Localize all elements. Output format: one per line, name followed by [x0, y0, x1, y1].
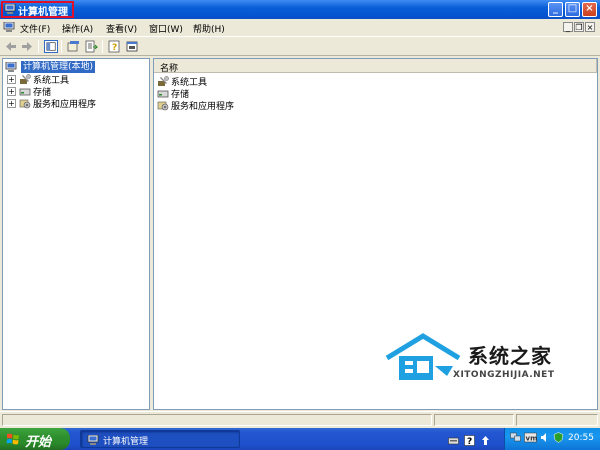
house-logo-icon: [385, 333, 461, 380]
close-button[interactable]: ×: [582, 2, 597, 17]
toolbar-separator: [38, 40, 39, 53]
clock: 20:55: [568, 433, 594, 443]
tree-item-storage[interactable]: + 存储: [7, 85, 51, 98]
services-icon: [157, 101, 169, 110]
back-icon[interactable]: [4, 40, 18, 53]
toolbar-separator: [61, 40, 62, 53]
storage-icon: [157, 90, 169, 97]
menu-help[interactable]: 帮助(H): [193, 22, 225, 35]
quick-tray: ?: [448, 431, 498, 447]
tree-item-services[interactable]: + 服务和应用程序: [7, 97, 97, 110]
tree-pane[interactable]: 计算机管理(本地) + 系统工具 + 存储 + 服务和应用程序: [2, 58, 150, 410]
arrow-tray-icon[interactable]: [480, 435, 491, 446]
taskbar-item-label: 计算机管理: [103, 437, 149, 447]
toolbar: ?: [0, 36, 600, 56]
expand-icon[interactable]: +: [7, 74, 16, 84]
console-icon[interactable]: [125, 40, 139, 53]
menu-file[interactable]: 文件(F): [20, 22, 50, 35]
menu-view[interactable]: 查看(V): [106, 22, 137, 35]
column-header-bar: 名称: [154, 59, 597, 74]
export-icon[interactable]: [84, 40, 98, 53]
security-icon[interactable]: [553, 432, 564, 443]
help-tray-icon[interactable]: ?: [464, 435, 475, 446]
title-bar[interactable]: 计算机管理 _ □ ×: [0, 0, 600, 19]
title-highlight-box: [1, 1, 74, 18]
computer-icon: [5, 61, 17, 72]
volume-icon[interactable]: [540, 432, 551, 443]
tree-item-system-tools[interactable]: + 系统工具: [7, 73, 69, 86]
help-icon[interactable]: ?: [108, 40, 122, 53]
menu-window[interactable]: 窗口(W): [149, 22, 183, 35]
list-item-services[interactable]: 服务和应用程序: [157, 99, 235, 112]
system-tray: vm 20:55: [504, 428, 600, 450]
forward-icon[interactable]: [20, 40, 34, 53]
taskbar: 开始 计算机管理 ? vm 20:55: [0, 428, 600, 450]
list-item-system-tools[interactable]: 系统工具: [157, 75, 207, 88]
status-bar: [0, 411, 600, 428]
storage-icon: [19, 88, 31, 95]
svg-text:?: ?: [467, 437, 472, 446]
network-icon[interactable]: [510, 432, 521, 443]
tree-item-label: 服务和应用程序: [33, 99, 97, 110]
windows-logo-icon: [6, 433, 19, 445]
mdi-restore-button[interactable]: ❐: [574, 22, 584, 32]
watermark: 系统之家 XITONGZHIJIA.NET: [383, 332, 593, 392]
column-header-label: 名称: [160, 64, 179, 74]
status-cell-main: [2, 414, 432, 426]
mdi-close-button[interactable]: ×: [585, 22, 595, 32]
properties-icon[interactable]: [66, 40, 80, 53]
list-item-storage[interactable]: 存储: [157, 87, 189, 100]
expand-icon[interactable]: +: [7, 98, 16, 108]
taskbar-item-computer-management[interactable]: 计算机管理: [80, 430, 240, 448]
maximize-button[interactable]: □: [565, 2, 580, 17]
tree-root-label: 计算机管理(本地): [21, 61, 96, 73]
start-button[interactable]: 开始: [0, 428, 70, 450]
watermark-subtitle: XITONGZHIJIA.NET: [453, 370, 555, 380]
show-hide-tree-icon[interactable]: [44, 40, 58, 53]
system-menu-icon[interactable]: [3, 22, 15, 32]
status-cell-secondary: [434, 414, 514, 426]
status-cell-tertiary: [516, 414, 598, 426]
keyboard-icon[interactable]: [448, 435, 459, 446]
menu-bar: 文件(F) 操作(A) 查看(V) 窗口(W) 帮助(H) _ ❐ ×: [0, 19, 600, 36]
services-icon: [19, 99, 31, 108]
minimize-button[interactable]: _: [548, 2, 563, 17]
start-label: 开始: [25, 435, 52, 450]
tree-root[interactable]: 计算机管理(本地): [5, 61, 96, 73]
column-header-name[interactable]: 名称: [154, 59, 597, 74]
expand-icon[interactable]: +: [7, 86, 16, 96]
watermark-title: 系统之家: [468, 344, 552, 368]
computer-management-icon: [87, 435, 99, 445]
tools-icon: [20, 73, 31, 84]
list-item-label: 服务和应用程序: [171, 101, 235, 112]
svg-text:?: ?: [112, 43, 117, 53]
svg-text:vm: vm: [526, 435, 538, 443]
toolbar-separator: [102, 40, 103, 53]
tools-icon: [158, 75, 169, 86]
mdi-minimize-button[interactable]: _: [563, 22, 573, 32]
menu-action[interactable]: 操作(A): [62, 22, 93, 35]
vm-icon[interactable]: vm: [524, 432, 537, 443]
